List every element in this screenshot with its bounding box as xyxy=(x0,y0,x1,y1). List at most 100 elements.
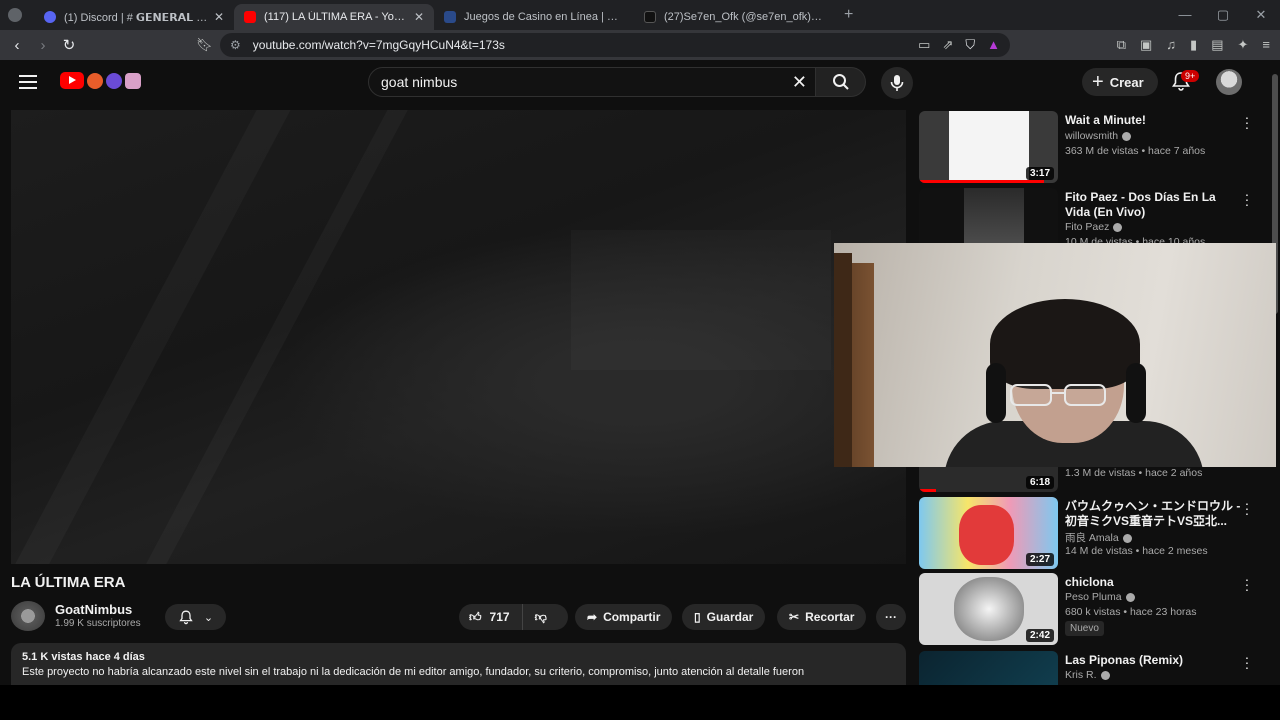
close-tab-icon[interactable]: ✕ xyxy=(414,10,424,24)
share-button[interactable]: ➦ Compartir xyxy=(575,604,673,630)
share-label: Compartir xyxy=(603,610,661,624)
video-title[interactable]: Fito Paez - Dos Días En La Vida (En Vivo… xyxy=(1065,190,1243,220)
music-icon[interactable]: ♫ xyxy=(1166,37,1176,53)
browser-tabstrip: (1) Discord | # 𝗚𝗘𝗡𝗘𝗥𝗔𝗟 | Na ✕ (117) LA … xyxy=(0,0,1280,30)
url-text: youtube.com/watch?v=7mgGqyHCuN4&t=173s xyxy=(252,38,505,52)
close-window-icon[interactable]: ✕ xyxy=(1242,0,1280,30)
menu-icon[interactable]: ≡ xyxy=(1262,37,1270,53)
recommendation-item[interactable]: 2:42 chiclona Peso Pluma 680 k vistas • … xyxy=(919,572,1264,645)
watch-progress-bar xyxy=(919,489,936,492)
video-thumbnail[interactable]: 2:42 xyxy=(919,573,1058,645)
video-player[interactable] xyxy=(11,110,906,564)
subscription-bell-button[interactable]: ⌄ xyxy=(165,604,226,630)
recommendation-item[interactable]: Las Piponas (Remix) Kris R. · · · xyxy=(919,651,1264,685)
channel-name[interactable]: Peso Pluma xyxy=(1065,591,1135,603)
video-frame-detail xyxy=(571,230,831,370)
tab-label: Juegos de Casino en Línea | Casino C xyxy=(464,11,624,23)
new-badge: Nuevo xyxy=(1065,621,1104,636)
channel-avatar[interactable] xyxy=(11,601,45,631)
more-options-icon[interactable]: · · · xyxy=(1242,187,1252,211)
like-button[interactable]: 👍︎ 717 xyxy=(459,604,523,630)
cast-icon[interactable]: ▭ xyxy=(918,37,930,53)
bookmark-icon[interactable]: 🔖︎ xyxy=(196,37,213,53)
channel-name[interactable]: willowsmith xyxy=(1065,130,1132,142)
recommendation-item[interactable]: 2:27 バウムクゥヘン・エンドロウル - 初音ミクVS重音テトVS亞北... … xyxy=(919,496,1264,569)
forward-icon[interactable]: › xyxy=(30,37,56,54)
share-page-icon[interactable]: ⇗ xyxy=(942,37,953,53)
screenshot-icon[interactable]: ▣ xyxy=(1140,37,1152,53)
tab-casino[interactable]: Juegos de Casino en Línea | Casino C xyxy=(434,4,634,30)
webcam-overlay xyxy=(834,243,1276,467)
more-options-icon[interactable]: · · · xyxy=(1242,496,1252,520)
sidebar-icon[interactable]: ▮ xyxy=(1190,37,1197,53)
brave-shield-icon[interactable]: ⛉ xyxy=(965,37,975,53)
rewards-icon[interactable]: ▲ xyxy=(987,37,1000,53)
more-options-icon[interactable]: · · · xyxy=(1242,651,1252,674)
youtube-logo[interactable] xyxy=(60,72,141,89)
back-icon[interactable]: ‹ xyxy=(4,37,30,54)
video-title[interactable]: Las Piponas (Remix) xyxy=(1065,653,1243,668)
browser-menu-icon[interactable] xyxy=(8,8,22,22)
dislike-button[interactable]: 👎︎ xyxy=(523,604,559,630)
video-meta: 363 M de vistas • hace 7 años xyxy=(1065,145,1206,157)
subscriber-count: 1.99 K suscriptores xyxy=(55,618,141,629)
close-tab-icon[interactable]: ✕ xyxy=(214,10,224,24)
hamburger-menu-icon[interactable] xyxy=(19,75,37,89)
tab-youtube[interactable]: (117) LA ÚLTIMA ERA - YouTu ✕ xyxy=(234,4,434,30)
verified-icon xyxy=(1100,670,1110,680)
verified-icon xyxy=(1113,222,1123,232)
bookmark-icon: ▯ xyxy=(694,610,701,624)
site-info-icon[interactable]: ⚙︎ xyxy=(230,38,241,52)
search-icon xyxy=(832,74,849,90)
video-thumbnail[interactable] xyxy=(919,651,1058,685)
reload-icon[interactable]: ↻ xyxy=(56,36,82,54)
webcam-door-frame xyxy=(834,253,852,467)
search-button[interactable] xyxy=(816,67,866,97)
wallet-icon[interactable]: ▤ xyxy=(1211,37,1223,53)
description-text: Este proyecto no habría alcanzado este n… xyxy=(22,666,805,678)
account-avatar[interactable] xyxy=(1216,69,1242,95)
description-meta: 5.1 K vistas hace 4 días xyxy=(22,651,895,663)
voice-search-button[interactable] xyxy=(881,67,913,99)
more-options-icon[interactable]: · · · xyxy=(1242,572,1252,596)
like-count: 717 xyxy=(489,610,510,624)
save-button[interactable]: ▯ Guardar xyxy=(682,604,766,630)
create-button[interactable]: + Crear xyxy=(1082,68,1158,96)
watch-progress-bar xyxy=(919,180,1045,183)
more-actions-button[interactable]: ··· xyxy=(876,604,906,630)
duration-badge: 2:42 xyxy=(1025,629,1054,642)
search-input[interactable]: goat nimbus ✕ xyxy=(368,67,816,97)
video-thumbnail[interactable]: 3:17 xyxy=(919,111,1058,183)
view-count: 5.1 K vistas xyxy=(22,651,83,663)
address-bar[interactable]: ⚙︎ youtube.com/watch?v=7mgGqyHCuN4&t=173… xyxy=(220,33,1010,57)
youtube-header: goat nimbus ✕ + Crear 9+ xyxy=(0,60,1280,104)
recommendation-item[interactable]: 3:17 Wait a Minute! willowsmith 363 M de… xyxy=(919,110,1264,183)
tab-tiktok[interactable]: (27)Se7en_Ofk (@se7en_ofk) | TikTok xyxy=(634,4,834,30)
clip-button[interactable]: ✂ Recortar xyxy=(777,604,867,630)
save-label: Guardar xyxy=(706,610,754,624)
share-icon: ➦ xyxy=(587,610,598,624)
description-box[interactable]: 5.1 K vistas hace 4 días Este proyecto n… xyxy=(11,643,906,685)
leo-ai-icon[interactable]: ✦ xyxy=(1238,37,1249,53)
tab-label: (117) LA ÚLTIMA ERA - YouTu xyxy=(264,11,408,23)
maximize-icon[interactable]: ▢ xyxy=(1204,0,1242,30)
minimize-icon[interactable]: — xyxy=(1166,0,1204,30)
tiktok-icon xyxy=(644,11,656,23)
video-title[interactable]: バウムクゥヘン・エンドロウル - 初音ミクVS重音テトVS亞北... xyxy=(1065,499,1243,529)
browser-toolbar: ‹ › ↻ 🔖︎ ⚙︎ youtube.com/watch?v=7mgGqyHC… xyxy=(0,30,1280,60)
channel-name[interactable]: GoatNimbus xyxy=(55,602,132,617)
channel-name[interactable]: Kris R. xyxy=(1065,669,1110,681)
video-title[interactable]: chiclona xyxy=(1065,575,1243,590)
extensions-icon[interactable]: ⧉ xyxy=(1117,37,1126,53)
clear-search-icon[interactable]: ✕ xyxy=(792,72,807,93)
channel-name[interactable]: Fito Paez xyxy=(1065,221,1123,233)
doodle-icon xyxy=(125,72,141,89)
video-thumbnail[interactable]: 2:27 xyxy=(919,497,1058,569)
video-title[interactable]: Wait a Minute! xyxy=(1065,113,1243,128)
youtube-play-icon xyxy=(60,72,84,89)
more-options-icon[interactable]: · · · xyxy=(1242,110,1252,134)
channel-name[interactable]: 雨良 Amala xyxy=(1065,530,1132,545)
new-tab-button[interactable]: + xyxy=(844,6,853,24)
verified-icon xyxy=(1122,533,1132,543)
tab-discord[interactable]: (1) Discord | # 𝗚𝗘𝗡𝗘𝗥𝗔𝗟 | Na ✕ xyxy=(34,4,234,30)
